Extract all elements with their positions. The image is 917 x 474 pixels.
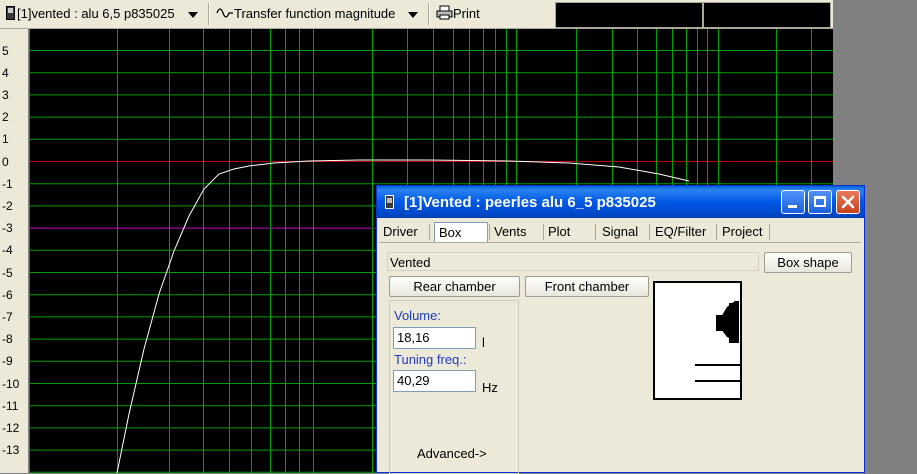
tab-plot[interactable]: Plot xyxy=(548,222,596,242)
rear-chamber-button[interactable]: Rear chamber xyxy=(389,276,520,297)
minimize-button[interactable] xyxy=(781,190,805,214)
window-icon xyxy=(385,195,394,209)
y-tick-label: 2 xyxy=(2,110,9,125)
y-tick-label: -1 xyxy=(2,176,13,191)
sine-wave-icon xyxy=(216,8,233,18)
tab-label: Signal xyxy=(602,224,639,239)
tuning-freq-label: Tuning freq.: xyxy=(394,352,467,367)
tab-separator xyxy=(429,224,430,240)
tab-label: Box xyxy=(439,225,462,240)
plot-type-dropdown-arrow[interactable] xyxy=(408,5,418,23)
status-panel-left xyxy=(555,2,703,28)
tab-driver[interactable]: Driver xyxy=(383,222,427,242)
box-shape-button[interactable]: Box shape xyxy=(764,252,852,273)
box-type-display: Vented xyxy=(387,252,759,271)
print-button[interactable]: Print xyxy=(436,5,480,23)
y-tick-label: 1 xyxy=(2,132,9,147)
chevron-down-icon xyxy=(188,11,198,18)
project-selector[interactable]: [1]vented : alu 6,5 p835025 xyxy=(6,5,175,23)
tab-separator xyxy=(543,224,544,240)
dialog-title: [1]Vented : peerles alu 6_5 p835025 xyxy=(404,194,656,211)
tab-separator xyxy=(595,224,596,240)
y-tick-label: -4 xyxy=(2,243,13,258)
y-tick-label: 4 xyxy=(2,65,9,80)
box-settings-dialog: [1]Vented : peerles alu 6_5 p835025 Driv… xyxy=(376,185,865,474)
top-toolbar: [1]vented : alu 6,5 p835025 Transfer fun… xyxy=(0,0,833,29)
y-tick-label: -3 xyxy=(2,221,13,236)
dialog-titlebar[interactable]: [1]Vented : peerles alu 6_5 p835025 xyxy=(377,186,864,218)
y-tick-label: -12 xyxy=(2,420,20,435)
y-tick-label: 5 xyxy=(2,43,9,58)
y-tick-label: -11 xyxy=(2,398,19,413)
tab-label: Plot xyxy=(548,224,571,239)
tab-eq-filter[interactable]: EQ/Filter xyxy=(655,222,719,242)
printer-icon xyxy=(436,5,453,20)
plot-type-selector[interactable]: Transfer function magnitude xyxy=(216,5,395,23)
y-tick-label: -9 xyxy=(2,354,13,369)
chevron-down-icon xyxy=(408,11,418,18)
box-preview xyxy=(653,281,742,400)
y-tick-label: -5 xyxy=(2,265,13,280)
front-chamber-button[interactable]: Front chamber xyxy=(525,276,649,297)
tab-label: EQ/Filter xyxy=(655,224,707,239)
maximize-button[interactable] xyxy=(808,190,832,214)
y-tick-label: -13 xyxy=(2,443,20,458)
tab-separator xyxy=(489,224,490,240)
tab-separator xyxy=(716,224,717,240)
tuning-freq-input[interactable]: 40,29 xyxy=(393,370,476,392)
print-label: Print xyxy=(453,6,480,21)
y-tick-label: 3 xyxy=(2,87,9,102)
y-axis: 5 4 3 2 1 0 -1 -2 -3 -4 -5 -6 -7 -8 -9 -10 -11 -12 -13 xyxy=(0,29,29,473)
tab-separator xyxy=(649,224,650,240)
tab-label: Driver xyxy=(383,224,418,239)
toolbar-separator xyxy=(208,3,210,25)
close-button[interactable] xyxy=(836,190,860,214)
y-tick-label: -2 xyxy=(2,198,13,213)
tab-separator xyxy=(769,224,770,240)
speaker-driver-icon xyxy=(695,301,740,382)
advanced-link[interactable]: Advanced-> xyxy=(417,446,487,461)
file-icon xyxy=(6,6,15,20)
tuning-freq-unit: Hz xyxy=(482,380,498,395)
volume-label: Volume: xyxy=(394,308,441,323)
y-tick-label: -10 xyxy=(2,376,20,391)
tab-signal[interactable]: Signal xyxy=(602,222,648,242)
toolbar-separator xyxy=(428,3,430,25)
plot-type-label: Transfer function magnitude xyxy=(234,6,396,21)
tab-vents[interactable]: Vents xyxy=(494,222,542,242)
y-tick-label: -6 xyxy=(2,287,13,302)
y-tick-label: 0 xyxy=(2,154,9,169)
close-icon xyxy=(841,195,855,209)
tab-box[interactable]: Box xyxy=(434,222,488,242)
volume-unit: l xyxy=(482,335,485,350)
y-tick-label: -7 xyxy=(2,309,13,324)
tab-label: Project xyxy=(722,224,763,239)
tab-strip-baseline xyxy=(379,242,861,243)
volume-input[interactable]: 18,16 xyxy=(393,327,476,349)
tab-project[interactable]: Project xyxy=(722,222,770,242)
status-panel-right xyxy=(703,2,831,28)
tab-label: Vents xyxy=(494,224,527,239)
y-tick-label: -8 xyxy=(2,332,13,347)
project-dropdown-arrow[interactable] xyxy=(188,5,198,23)
project-label: [1]vented : alu 6,5 p835025 xyxy=(17,6,175,21)
